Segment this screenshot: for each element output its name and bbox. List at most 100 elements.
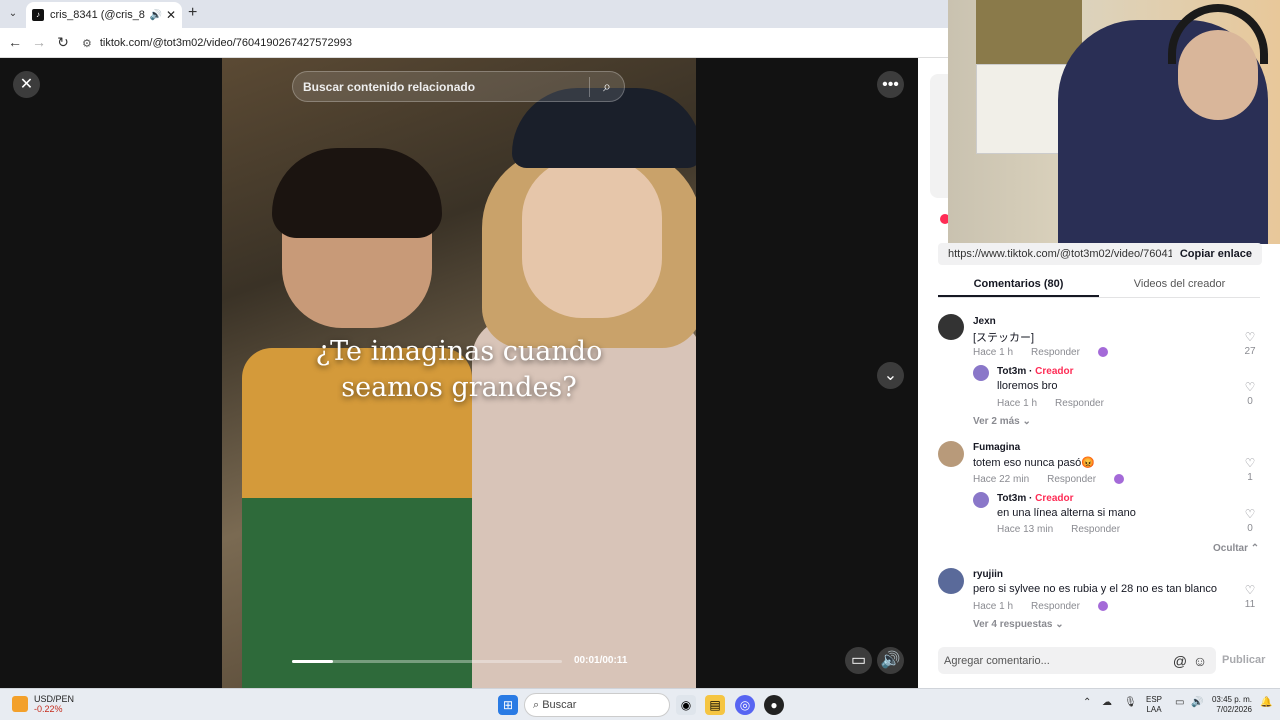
comment-username[interactable]: Tot3m · Creador (997, 493, 1074, 504)
comment-list: Jexn [ステッカー] Hace 1 h Responder ♡ 27 Tot3… (938, 310, 1260, 630)
hide-replies-button[interactable]: Ocultar ⌃ (1213, 543, 1259, 554)
new-tab-icon[interactable]: + (188, 4, 197, 22)
video-player[interactable]: ¿Te imaginas cuando seamos grandes? (222, 58, 696, 688)
reply-button[interactable]: Responder (1031, 601, 1080, 612)
reply-button[interactable]: Responder (1071, 524, 1120, 535)
tab-creator-videos[interactable]: Videos del creador (1099, 274, 1260, 297)
reload-icon[interactable]: ↻ (54, 34, 72, 51)
url-field[interactable]: ⚙ tiktok.com/@tot3m02/video/760419026742… (82, 31, 942, 55)
reply-button[interactable]: Responder (1047, 474, 1096, 485)
volume-button[interactable]: 🔊 (877, 647, 904, 674)
close-tab-icon[interactable]: ✕ (166, 8, 176, 22)
like-heart-icon[interactable]: ♡ (1243, 330, 1257, 344)
avatar[interactable] (938, 314, 964, 340)
copy-link-button[interactable]: Copiar enlace (1180, 248, 1252, 260)
avatar[interactable] (938, 568, 964, 594)
search-icon[interactable]: ⌕ (590, 78, 624, 95)
tab-search-icon[interactable]: ⌄ (4, 6, 22, 22)
notification-icon[interactable]: 🔔 (1260, 697, 1272, 708)
wall-poster (976, 0, 1082, 64)
speaker-icon[interactable]: 🔊 (149, 10, 161, 21)
reply-button[interactable]: Responder (1031, 347, 1080, 358)
widget-value: -0.22% (34, 704, 63, 714)
tiktok-favicon-icon: ♪ (32, 9, 44, 21)
site-info-icon[interactable]: ⚙ (82, 37, 92, 50)
tab-title: cris_8341 (@cris_8341) | Tik (50, 9, 145, 21)
publish-button[interactable]: Publicar (1222, 654, 1265, 666)
share-link-text[interactable]: https://www.tiktok.com/@tot3m02/video/76… (948, 248, 1172, 260)
comment-text: pero si sylvee no es rubia y el 28 no es… (973, 583, 1217, 595)
comment-username[interactable]: Fumagina (973, 442, 1020, 453)
comment-time: Hace 1 h (973, 601, 1014, 612)
reply-username[interactable]: Tot3m (997, 493, 1026, 504)
like-count: 1 (1247, 472, 1253, 483)
language-code: ESP (1146, 695, 1163, 704)
next-video-button[interactable]: ⌄ (877, 362, 904, 389)
url-text: tiktok.com/@tot3m02/video/76041902674275… (99, 37, 352, 49)
video-progress-fill (292, 660, 333, 663)
comment-meta: Hace 1 h Responder (973, 347, 1108, 358)
comment-text: totem eso nunca pasó😡 (973, 457, 1095, 469)
forward-arrow-icon[interactable]: → (30, 34, 48, 50)
avatar[interactable] (938, 441, 964, 467)
currency-widget[interactable]: USD/PEN -0.22% (12, 694, 74, 714)
comment-meta: Hace 1 h Responder (997, 398, 1122, 409)
chrome-icon[interactable]: ◉ (676, 695, 696, 715)
obs-icon[interactable]: ● (764, 695, 784, 715)
comment-input-box[interactable]: @ ☺ (938, 647, 1216, 674)
hide-label: Ocultar (1213, 543, 1249, 554)
comment-username[interactable]: Jexn (973, 316, 996, 327)
emoji-icon[interactable]: ☺ (1190, 653, 1210, 669)
like-heart-icon[interactable]: ♡ (1243, 456, 1257, 470)
avatar[interactable] (973, 492, 989, 508)
windows-taskbar: USD/PEN -0.22% ⊞ ⌕ Buscar ◉ ▤ ◎ ● ⌃ ☁ 🎙 … (0, 688, 1280, 720)
discord-icon[interactable]: ◎ (735, 695, 755, 715)
taskbar-search[interactable]: ⌕ Buscar (524, 693, 670, 717)
microphone-icon[interactable]: 🎙 (1124, 697, 1137, 708)
network-app-icon[interactable]: ☁ (1102, 697, 1112, 708)
view-more-replies-button[interactable]: Ver 2 más ⌄ (973, 416, 1031, 427)
like-count: 0 (1247, 396, 1253, 407)
like-heart-icon[interactable]: ♡ (1243, 380, 1257, 394)
clock-time: 03:45 p. m. (1211, 695, 1252, 704)
related-search-bar[interactable]: ⌕ (292, 71, 625, 102)
comment-input[interactable] (944, 654, 1170, 667)
like-heart-icon[interactable]: ♡ (1243, 507, 1257, 521)
system-clock[interactable]: 03:45 p. m. 7/02/2026 (1208, 695, 1252, 715)
like-heart-icon[interactable]: ♡ (1243, 583, 1257, 597)
tray-overflow-icon[interactable]: ⌃ (1083, 697, 1091, 708)
creator-like-icon (1097, 347, 1108, 358)
comment-username[interactable]: ryujiin (973, 569, 1003, 580)
panel-tabs: Comentarios (80) Videos del creador (938, 274, 1260, 298)
volume-icon[interactable]: 🔊 (1191, 697, 1203, 708)
search-icon: ⌕ (533, 698, 543, 711)
video-progress-bar[interactable] (292, 660, 562, 663)
reply-button[interactable]: Responder (1055, 398, 1104, 409)
windows-start-icon[interactable]: ⊞ (498, 695, 518, 715)
video-stage: ¿Te imaginas cuando seamos grandes? ✕ ⌕ … (0, 58, 918, 688)
floating-player-button[interactable]: ▭ (845, 647, 872, 674)
comment-time: Hace 13 min (997, 524, 1054, 535)
comment-meta: Hace 22 min Responder (973, 474, 1125, 485)
close-video-button[interactable]: ✕ (13, 71, 40, 98)
like-count: 0 (1247, 523, 1253, 534)
avatar[interactable] (973, 365, 989, 381)
mention-icon[interactable]: @ (1170, 653, 1190, 669)
comment-text: [ステッカー] (973, 332, 1035, 344)
back-arrow-icon[interactable]: ← (6, 34, 24, 50)
view-more-label: Ver 2 más (973, 416, 1020, 427)
comment-username[interactable]: Tot3m · Creador (997, 366, 1074, 377)
related-search-input[interactable] (303, 79, 589, 94)
webcam-overlay (948, 0, 1280, 244)
caption-line: seamos grandes? (341, 372, 577, 403)
like-count: 27 (1244, 346, 1256, 357)
view-replies-button[interactable]: Ver 4 respuestas ⌄ (973, 619, 1064, 630)
file-explorer-icon[interactable]: ▤ (705, 695, 725, 715)
reply-username[interactable]: Tot3m (997, 366, 1026, 377)
caption-line: ¿Te imaginas cuando (315, 336, 603, 367)
input-language[interactable]: ESP LAA (1146, 695, 1162, 715)
monitor-icon[interactable]: ▭ (1175, 697, 1184, 708)
browser-tab[interactable]: ♪ cris_8341 (@cris_8341) | Tik 🔊 ✕ (26, 2, 182, 28)
tab-comments[interactable]: Comentarios (80) (938, 274, 1099, 297)
more-options-button[interactable]: ••• (877, 71, 904, 98)
